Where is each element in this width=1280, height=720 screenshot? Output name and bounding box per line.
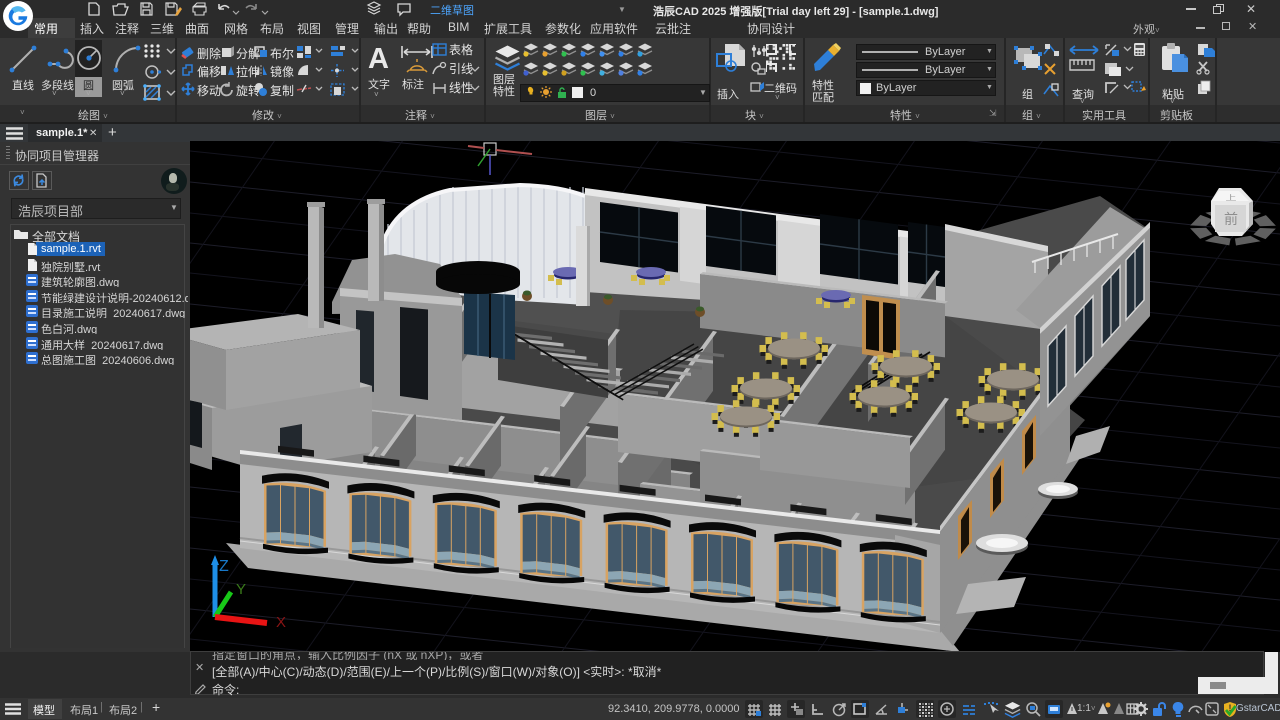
- svg-text:表格: 表格: [449, 43, 473, 57]
- svg-text:上: 上: [1225, 194, 1236, 201]
- svg-text:X: X: [276, 614, 286, 631]
- svg-text:Y: Y: [236, 581, 246, 598]
- svg-text:前: 前: [1224, 211, 1238, 227]
- svg-text:引线: 引线: [449, 62, 473, 76]
- svg-text:Z: Z: [219, 558, 229, 575]
- svg-text:线性: 线性: [449, 81, 473, 95]
